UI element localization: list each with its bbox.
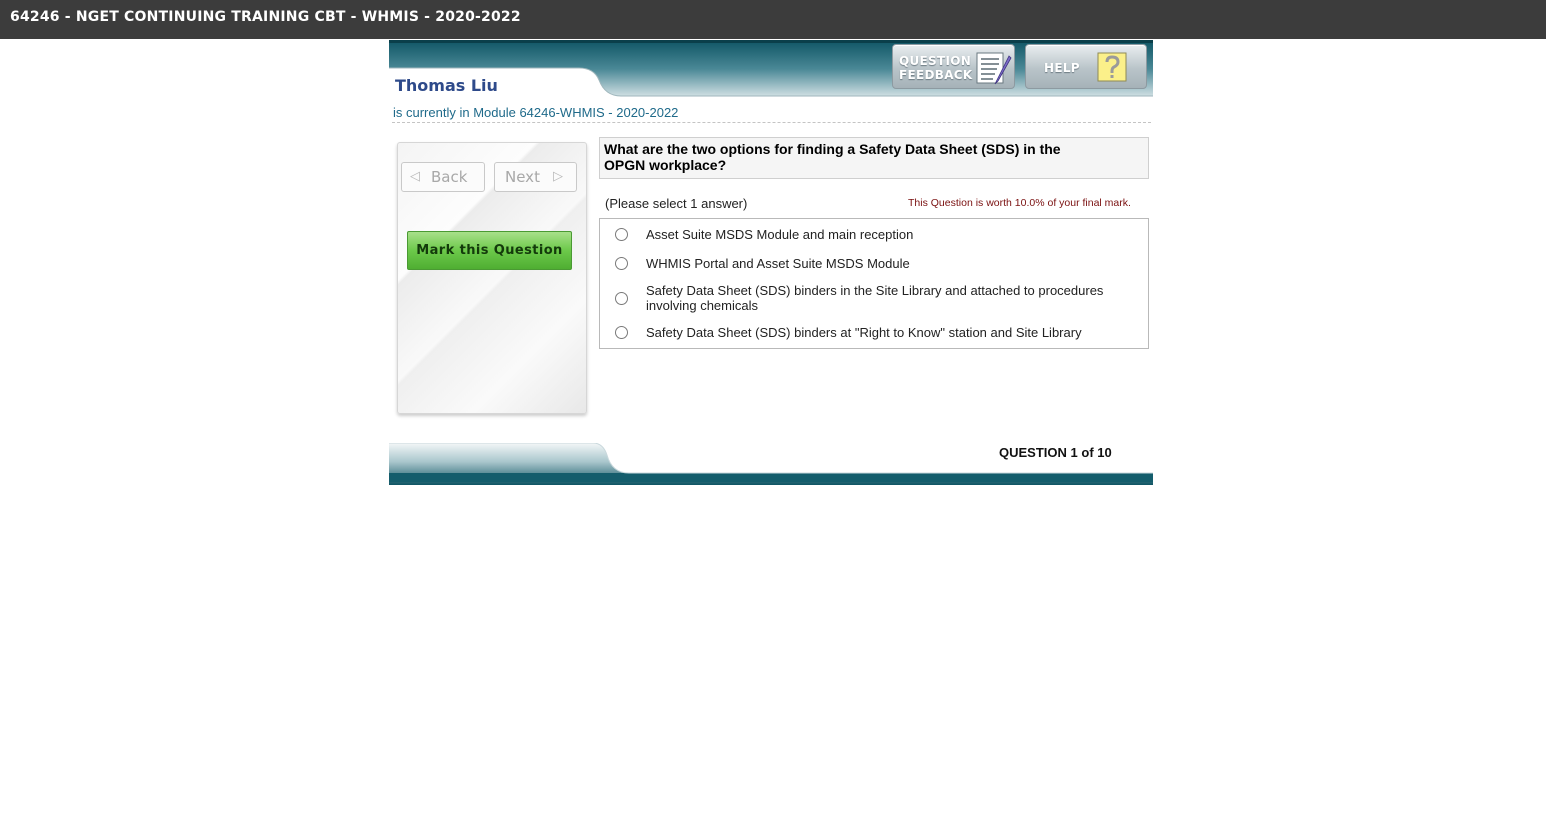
question-text: What are the two options for finding a S… (604, 141, 1061, 173)
navigation-panel: ◁ Back Next ▷ Mark this Question (397, 142, 587, 414)
feedback-label: QUESTION FEEDBACK (899, 54, 973, 82)
answer-text: Safety Data Sheet (SDS) binders in the S… (646, 283, 1104, 313)
answer-option-1[interactable]: Asset Suite MSDS Module and main recepti… (600, 227, 1148, 243)
back-label: Back (431, 168, 468, 186)
answer-option-3[interactable]: Safety Data Sheet (SDS) binders in the S… (600, 283, 1148, 315)
help-button[interactable]: HELP (1025, 44, 1147, 89)
radio-button[interactable] (615, 257, 628, 270)
next-label: Next (505, 168, 540, 186)
question-feedback-button[interactable]: QUESTION FEEDBACK (892, 44, 1015, 89)
divider (392, 122, 1151, 123)
answer-option-2[interactable]: WHMIS Portal and Asset Suite MSDS Module (600, 256, 1148, 272)
answer-text: Safety Data Sheet (SDS) binders at "Righ… (646, 325, 1082, 340)
answer-text: Asset Suite MSDS Module and main recepti… (646, 227, 914, 242)
radio-button[interactable] (615, 292, 628, 305)
notepad-pencil-icon (975, 50, 1013, 91)
answer-option-4[interactable]: Safety Data Sheet (SDS) binders at "Righ… (600, 325, 1148, 341)
answer-instruction: (Please select 1 answer) (605, 196, 748, 211)
window-title: 64246 - NGET CONTINUING TRAINING CBT - W… (0, 0, 1546, 39)
mark-question-button[interactable]: Mark this Question (407, 231, 572, 270)
user-name: Thomas Liu (395, 76, 498, 95)
back-arrow-icon: ◁ (410, 169, 420, 184)
question-text-box: What are the two options for finding a S… (599, 137, 1149, 179)
help-label: HELP (1044, 61, 1080, 75)
next-arrow-icon: ▷ (553, 169, 563, 184)
next-button[interactable]: Next ▷ (494, 162, 577, 192)
answer-list: Asset Suite MSDS Module and main recepti… (599, 218, 1149, 349)
back-button[interactable]: ◁ Back (401, 162, 485, 192)
radio-button[interactable] (615, 326, 628, 339)
radio-button[interactable] (615, 228, 628, 241)
question-worth: This Question is worth 10.0% of your fin… (908, 197, 1131, 209)
answer-text: WHMIS Portal and Asset Suite MSDS Module (646, 256, 910, 271)
question-mark-icon (1096, 51, 1128, 88)
cbt-frame: QUESTION FEEDBACK HELP Thomas Liu is cur… (389, 40, 1153, 485)
question-counter: QUESTION 1 of 10 (999, 445, 1112, 460)
module-status: is currently in Module 64246-WHMIS - 202… (393, 105, 679, 120)
